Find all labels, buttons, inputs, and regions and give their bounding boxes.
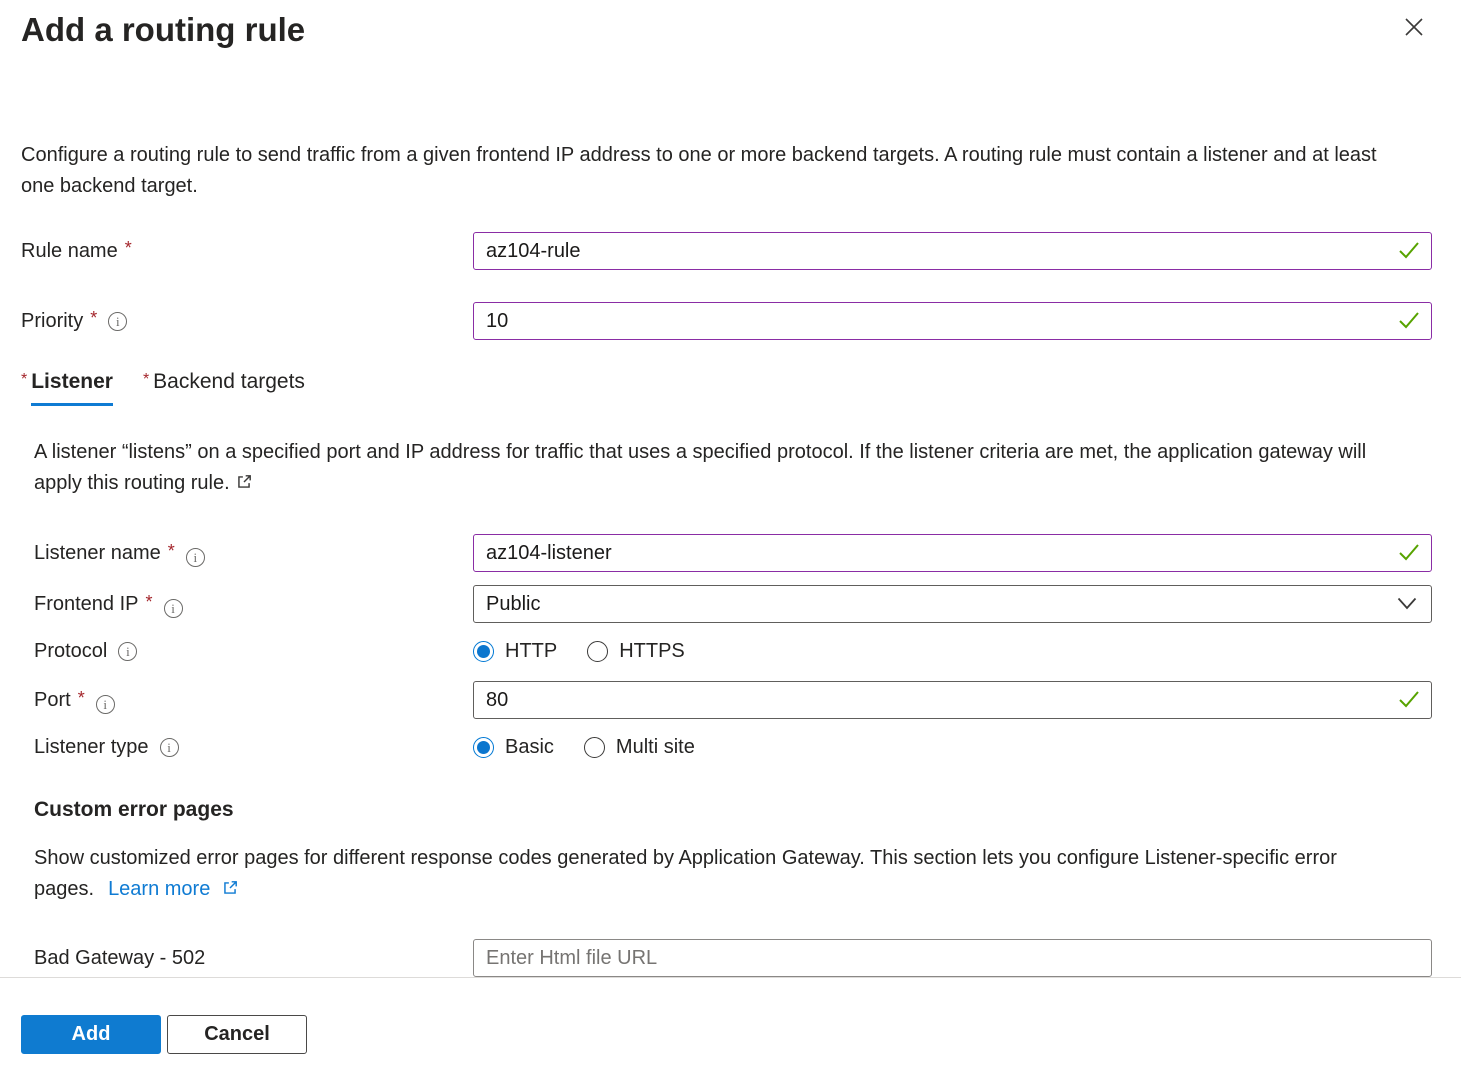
protocol-radio-group: HTTP HTTPS bbox=[473, 636, 1432, 666]
required-marker: * bbox=[90, 308, 97, 329]
listener-type-label: Listener type i bbox=[21, 732, 473, 762]
listener-name-label: Listener name * i bbox=[21, 534, 473, 572]
frontend-ip-row: Frontend IP * i Public bbox=[21, 585, 1432, 623]
bad-gateway-field bbox=[473, 939, 1432, 977]
custom-error-pages-description: Show customized error pages for differen… bbox=[21, 843, 1381, 907]
required-marker: * bbox=[168, 541, 175, 562]
listener-type-radio-group: Basic Multi site bbox=[473, 732, 1432, 762]
protocol-option-http-label: HTTP bbox=[505, 640, 557, 663]
dialog-header: Add a routing rule bbox=[21, 0, 1432, 52]
radio-selected-icon bbox=[473, 641, 494, 662]
add-button[interactable]: Add bbox=[21, 1015, 161, 1054]
listener-type-option-basic-label: Basic bbox=[505, 736, 554, 759]
frontend-ip-label: Frontend IP * i bbox=[21, 585, 473, 623]
rule-name-input[interactable] bbox=[473, 232, 1432, 270]
protocol-label: Protocol i bbox=[21, 636, 473, 666]
custom-error-pages-heading: Custom error pages bbox=[21, 798, 1432, 822]
learn-more-label: Learn more bbox=[108, 878, 210, 900]
listener-type-radio-basic[interactable]: Basic bbox=[473, 736, 554, 759]
radio-unselected-icon bbox=[587, 641, 608, 662]
port-field bbox=[473, 681, 1432, 719]
listener-type-label-text: Listener type bbox=[34, 736, 149, 759]
protocol-row: Protocol i HTTP HTTPS bbox=[21, 636, 1432, 666]
priority-input[interactable] bbox=[473, 302, 1432, 340]
valid-check-icon bbox=[1398, 543, 1420, 567]
priority-field bbox=[473, 302, 1432, 340]
required-marker: * bbox=[125, 238, 132, 259]
rule-name-field bbox=[473, 232, 1432, 270]
info-icon[interactable]: i bbox=[164, 599, 183, 618]
rule-name-row: Rule name * bbox=[21, 232, 1432, 270]
info-icon[interactable]: i bbox=[96, 695, 115, 714]
tab-backend-targets[interactable]: * Backend targets bbox=[143, 370, 305, 406]
learn-more-link[interactable]: Learn more bbox=[108, 878, 239, 900]
required-marker: * bbox=[143, 371, 149, 389]
port-label-text: Port bbox=[34, 689, 71, 712]
intro-text: Configure a routing rule to send traffic… bbox=[21, 140, 1381, 202]
port-row: Port * i bbox=[21, 681, 1432, 719]
listener-description: A listener “listens” on a specified port… bbox=[21, 437, 1416, 501]
page-title: Add a routing rule bbox=[21, 8, 1432, 52]
dialog-content: Add a routing rule Configure a routing r… bbox=[0, 0, 1461, 977]
priority-row: Priority * i bbox=[21, 302, 1432, 340]
frontend-ip-dropdown[interactable]: Public bbox=[473, 585, 1432, 623]
listener-name-row: Listener name * i bbox=[21, 534, 1432, 572]
external-link-icon[interactable] bbox=[235, 470, 253, 501]
required-marker: * bbox=[146, 592, 153, 613]
tab-backend-targets-label: Backend targets bbox=[153, 370, 305, 403]
info-icon[interactable]: i bbox=[118, 642, 137, 661]
cancel-button[interactable]: Cancel bbox=[167, 1015, 307, 1054]
info-icon[interactable]: i bbox=[160, 738, 179, 757]
chevron-down-icon bbox=[1397, 593, 1417, 616]
tab-bar: * Listener * Backend targets bbox=[21, 370, 1432, 406]
port-label: Port * i bbox=[21, 681, 473, 719]
frontend-ip-label-text: Frontend IP bbox=[34, 593, 139, 616]
protocol-radio-https[interactable]: HTTPS bbox=[587, 640, 685, 663]
info-icon[interactable]: i bbox=[186, 548, 205, 567]
listener-type-option-multi-site-label: Multi site bbox=[616, 736, 695, 759]
bad-gateway-label: Bad Gateway - 502 bbox=[21, 939, 473, 977]
valid-check-icon bbox=[1398, 241, 1420, 265]
close-icon bbox=[1402, 15, 1426, 42]
tab-listener[interactable]: * Listener bbox=[21, 370, 113, 406]
listener-type-radio-multi-site[interactable]: Multi site bbox=[584, 736, 695, 759]
rule-name-label: Rule name * bbox=[21, 232, 473, 270]
required-marker: * bbox=[21, 371, 27, 389]
frontend-ip-field: Public bbox=[473, 585, 1432, 623]
protocol-radio-http[interactable]: HTTP bbox=[473, 640, 557, 663]
bad-gateway-row: Bad Gateway - 502 bbox=[21, 939, 1432, 977]
dialog-footer: Add Cancel bbox=[0, 977, 1461, 1067]
rule-name-label-text: Rule name bbox=[21, 240, 118, 263]
info-icon[interactable]: i bbox=[108, 312, 127, 331]
valid-check-icon bbox=[1398, 690, 1420, 714]
close-button[interactable] bbox=[1396, 10, 1432, 46]
priority-label: Priority * i bbox=[21, 302, 473, 340]
radio-unselected-icon bbox=[584, 737, 605, 758]
radio-selected-icon bbox=[473, 737, 494, 758]
protocol-option-https-label: HTTPS bbox=[619, 640, 685, 663]
priority-label-text: Priority bbox=[21, 310, 83, 333]
frontend-ip-selected-value: Public bbox=[486, 593, 540, 616]
bad-gateway-url-input[interactable] bbox=[473, 939, 1432, 977]
listener-name-field bbox=[473, 534, 1432, 572]
listener-type-row: Listener type i Basic Multi site bbox=[21, 732, 1432, 762]
port-input[interactable] bbox=[473, 681, 1432, 719]
protocol-label-text: Protocol bbox=[34, 640, 107, 663]
listener-name-label-text: Listener name bbox=[34, 542, 161, 565]
external-link-icon bbox=[221, 876, 239, 907]
tab-listener-label: Listener bbox=[31, 370, 113, 406]
valid-check-icon bbox=[1398, 311, 1420, 335]
required-marker: * bbox=[78, 688, 85, 709]
listener-name-input[interactable] bbox=[473, 534, 1432, 572]
